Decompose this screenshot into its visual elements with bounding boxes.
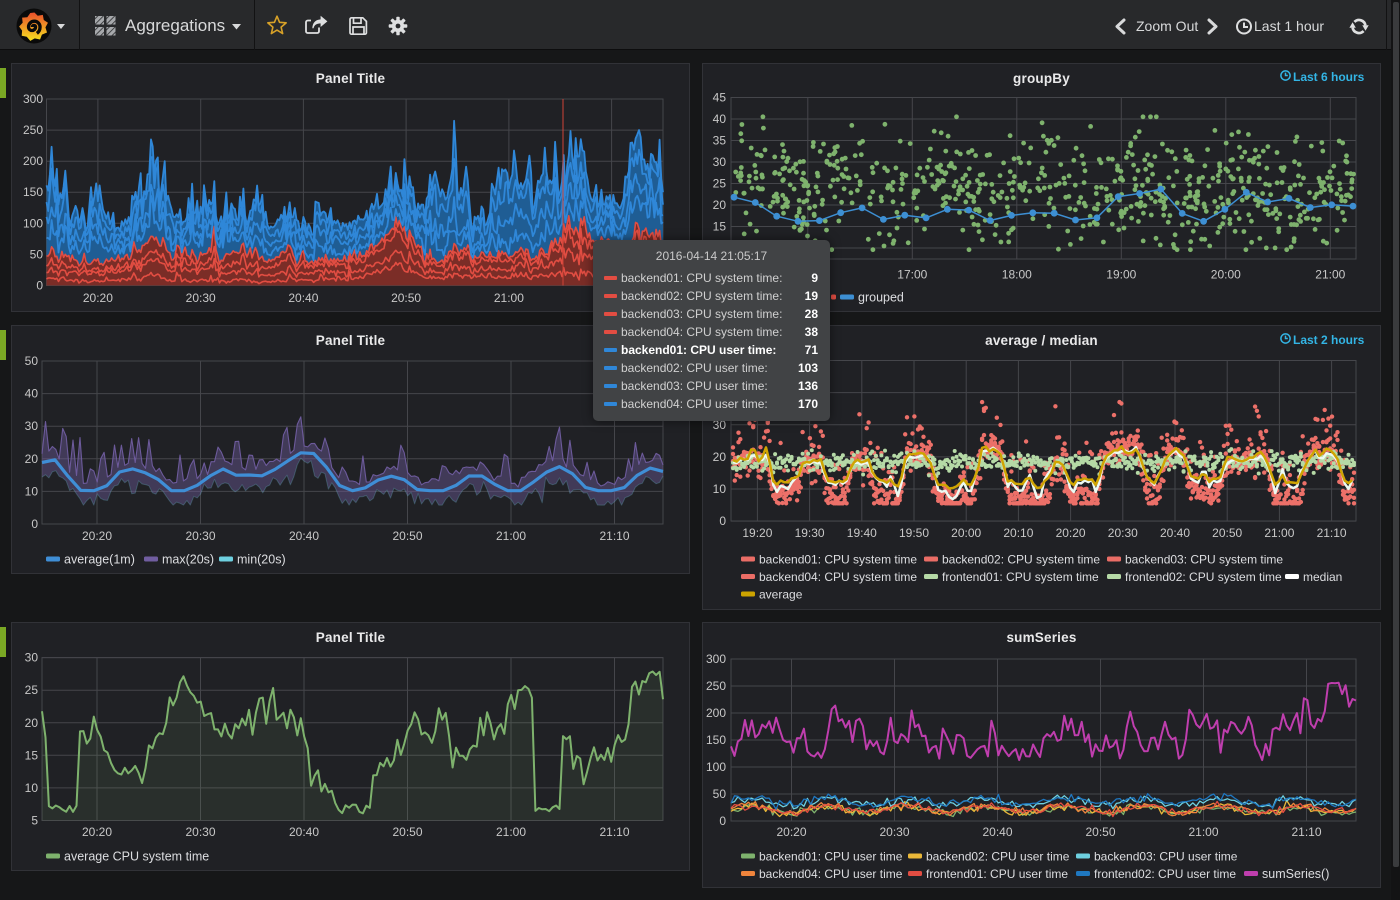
- svg-text:20:40: 20:40: [288, 291, 318, 305]
- svg-text:18:00: 18:00: [1002, 268, 1032, 282]
- svg-text:backend04: CPU system time: backend04: CPU system time: [759, 570, 917, 584]
- svg-text:backend01: CPU user time: backend01: CPU user time: [759, 850, 903, 864]
- svg-text:10: 10: [25, 484, 39, 498]
- svg-text:30: 30: [25, 419, 39, 433]
- svg-text:20:30: 20:30: [185, 825, 215, 839]
- svg-text:21:10: 21:10: [599, 825, 629, 839]
- svg-text:sumSeries(): sumSeries(): [1262, 867, 1329, 881]
- svg-text:average: average: [759, 588, 803, 602]
- svg-text:20:20: 20:20: [82, 825, 112, 839]
- svg-text:50: 50: [30, 247, 44, 261]
- svg-text:20: 20: [713, 450, 727, 464]
- svg-text:25: 25: [713, 177, 727, 191]
- svg-text:20:30: 20:30: [1108, 526, 1138, 540]
- svg-text:100: 100: [706, 760, 726, 774]
- svg-text:backend03: CPU system time: backend03: CPU system time: [1125, 553, 1283, 567]
- svg-text:250: 250: [23, 123, 43, 137]
- svg-text:17:00: 17:00: [897, 268, 927, 282]
- svg-text:20:40: 20:40: [289, 529, 319, 543]
- svg-text:20:50: 20:50: [1212, 526, 1242, 540]
- svg-text:150: 150: [23, 185, 43, 199]
- svg-text:21:00: 21:00: [1315, 268, 1345, 282]
- svg-text:average(1m): average(1m): [64, 553, 135, 567]
- svg-text:20:50: 20:50: [1085, 825, 1115, 839]
- svg-text:19:40: 19:40: [847, 526, 877, 540]
- svg-text:max(20s): max(20s): [162, 553, 214, 567]
- svg-text:21:00: 21:00: [496, 825, 526, 839]
- svg-text:25: 25: [25, 683, 39, 697]
- svg-text:35: 35: [713, 134, 727, 148]
- svg-text:21:00: 21:00: [1264, 526, 1294, 540]
- svg-text:10: 10: [713, 482, 727, 496]
- svg-text:0: 0: [719, 814, 726, 828]
- svg-text:100: 100: [23, 216, 43, 230]
- svg-text:20:00: 20:00: [1211, 268, 1241, 282]
- svg-text:20: 20: [25, 716, 39, 730]
- svg-text:20:50: 20:50: [392, 825, 422, 839]
- svg-text:20:20: 20:20: [83, 291, 113, 305]
- svg-text:frontend01: CPU system time: frontend01: CPU system time: [942, 570, 1099, 584]
- svg-text:21:00: 21:00: [494, 291, 524, 305]
- svg-text:backend04: CPU user time: backend04: CPU user time: [759, 867, 903, 881]
- svg-text:20:30: 20:30: [879, 825, 909, 839]
- svg-text:200: 200: [706, 706, 726, 720]
- svg-text:20:00: 20:00: [951, 526, 981, 540]
- svg-text:200: 200: [23, 154, 43, 168]
- svg-text:21:10: 21:10: [1317, 526, 1347, 540]
- svg-text:average CPU system time: average CPU system time: [64, 850, 209, 864]
- svg-text:median: median: [1303, 570, 1342, 584]
- svg-text:300: 300: [23, 92, 43, 106]
- svg-text:20:20: 20:20: [82, 529, 112, 543]
- svg-text:backend02: CPU user time: backend02: CPU user time: [926, 850, 1070, 864]
- svg-text:21:10: 21:10: [599, 529, 629, 543]
- svg-text:15: 15: [25, 748, 39, 762]
- svg-text:frontend02: CPU system time: frontend02: CPU system time: [1125, 570, 1282, 584]
- svg-text:300: 300: [706, 652, 726, 666]
- svg-text:19:50: 19:50: [899, 526, 929, 540]
- svg-text:21:10: 21:10: [1291, 825, 1321, 839]
- svg-text:45: 45: [713, 91, 727, 105]
- svg-text:40: 40: [713, 112, 727, 126]
- svg-text:backend01: CPU system time: backend01: CPU system time: [759, 553, 917, 567]
- svg-text:grouped: grouped: [858, 291, 904, 305]
- svg-text:19:20: 19:20: [742, 526, 772, 540]
- svg-text:frontend01: CPU user time: frontend01: CPU user time: [926, 867, 1068, 881]
- svg-text:20:30: 20:30: [185, 529, 215, 543]
- svg-text:50: 50: [713, 787, 727, 801]
- svg-text:50: 50: [25, 354, 39, 368]
- svg-text:21:00: 21:00: [496, 529, 526, 543]
- svg-text:20:40: 20:40: [1160, 526, 1190, 540]
- svg-text:0: 0: [36, 279, 43, 293]
- svg-text:20:50: 20:50: [392, 529, 422, 543]
- svg-text:40: 40: [25, 387, 39, 401]
- svg-text:19:00: 19:00: [1106, 268, 1136, 282]
- svg-text:20:10: 20:10: [1003, 526, 1033, 540]
- svg-text:30: 30: [25, 651, 39, 665]
- svg-text:0: 0: [31, 517, 38, 531]
- svg-text:30: 30: [713, 155, 727, 169]
- svg-text:15: 15: [713, 220, 727, 234]
- svg-text:5: 5: [31, 814, 38, 828]
- svg-text:20:20: 20:20: [776, 825, 806, 839]
- svg-text:20:20: 20:20: [1056, 526, 1086, 540]
- svg-text:20:40: 20:40: [982, 825, 1012, 839]
- svg-text:0: 0: [719, 514, 726, 528]
- svg-text:20:50: 20:50: [391, 291, 421, 305]
- svg-text:20:30: 20:30: [186, 291, 216, 305]
- svg-text:backend03: CPU user time: backend03: CPU user time: [1094, 850, 1238, 864]
- svg-text:20: 20: [25, 452, 39, 466]
- svg-text:150: 150: [706, 733, 726, 747]
- svg-text:backend02: CPU system time: backend02: CPU system time: [942, 553, 1100, 567]
- svg-text:21:00: 21:00: [1188, 825, 1218, 839]
- svg-text:250: 250: [706, 679, 726, 693]
- svg-text:10: 10: [25, 781, 39, 795]
- svg-text:frontend02: CPU user time: frontend02: CPU user time: [1094, 867, 1236, 881]
- svg-text:20: 20: [713, 198, 727, 212]
- svg-text:min(20s): min(20s): [237, 553, 286, 567]
- svg-text:20:40: 20:40: [289, 825, 319, 839]
- svg-text:19:30: 19:30: [795, 526, 825, 540]
